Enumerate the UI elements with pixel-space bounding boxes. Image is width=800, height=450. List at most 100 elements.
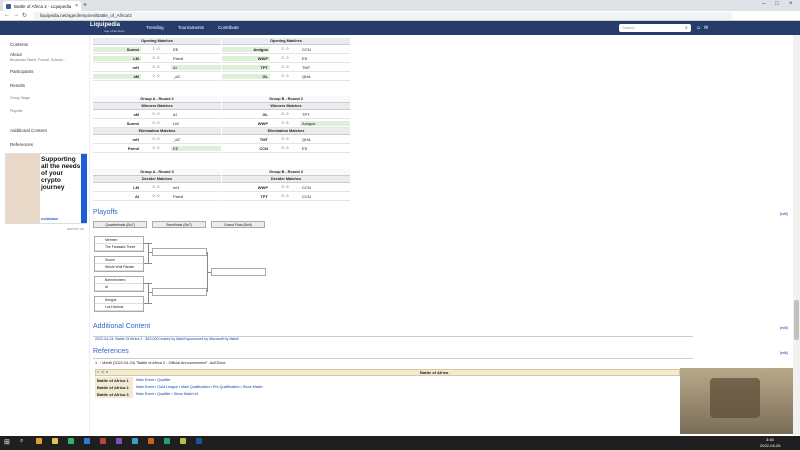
bracket-team[interactable]: Barnstromers (95, 277, 143, 284)
bracket-empty-match[interactable] (211, 268, 266, 276)
maximize-icon[interactable]: □ (775, 1, 779, 7)
app-taskbar-icon[interactable] (84, 438, 90, 445)
bracket-team[interactable]: Los Harmos (95, 304, 143, 311)
app-taskbar-icon[interactable] (196, 438, 202, 445)
sidebar-item-about-sub[interactable]: Broadcast Talent, Format, Schedu... (10, 58, 66, 62)
match-row[interactable]: xM 0 : 0 AI (93, 110, 221, 119)
team-right[interactable]: _dZ (171, 137, 221, 142)
team-left[interactable]: GL (222, 73, 270, 79)
bracket-match[interactable]: Mermen The Fantastic Three (94, 236, 144, 252)
team-left[interactable]: CCN (222, 146, 270, 151)
match-row[interactable]: WWP 0 : 0 CCN (222, 183, 350, 192)
site-logo[interactable]: Liquipedia (90, 22, 120, 28)
bracket-team[interactable]: The Fantastic Three (95, 244, 143, 251)
additional-edit-link[interactable]: [edit] (780, 326, 788, 330)
team-left[interactable]: TPT (222, 64, 270, 70)
team-right[interactable]: QHA (300, 137, 350, 142)
back-icon[interactable]: ← (4, 12, 10, 18)
windows-start-icon[interactable]: ⊞ (4, 438, 10, 446)
bracket-team[interactable]: Mermen (95, 237, 143, 244)
team-left[interactable]: AI (93, 194, 141, 199)
menu-trending[interactable]: Trending (146, 25, 164, 30)
match-row[interactable]: GL 2 : 0 QHA (222, 72, 350, 81)
match-row[interactable]: WWP 0 : 3 Amigos (222, 119, 350, 128)
team-right[interactable]: TMT (300, 65, 350, 70)
sidebar-item-participants[interactable]: Participants (10, 69, 34, 74)
team-left[interactable]: Suomi (93, 46, 141, 52)
match-row[interactable]: TMT 0 : 0 QHA (222, 135, 350, 144)
menu-contribute[interactable]: Contribute (218, 25, 239, 30)
team-left[interactable]: WWP (222, 55, 270, 61)
chrome-taskbar-icon[interactable] (36, 438, 42, 445)
reload-icon[interactable]: ↻ (22, 12, 27, 19)
team-left[interactable]: GL (222, 112, 270, 117)
team-right[interactable]: EE (171, 145, 221, 151)
forward-icon[interactable]: → (13, 12, 19, 18)
clock-date[interactable]: 2022-04-26 (760, 443, 780, 448)
app-taskbar-icon[interactable] (68, 438, 74, 445)
minimize-icon[interactable]: – (762, 1, 765, 7)
team-left[interactable]: xM (93, 112, 141, 117)
navbox-row-label[interactable]: Battle of Africa 3 (95, 391, 133, 398)
close-window-icon[interactable]: × (789, 1, 793, 7)
bracket-team[interactable]: Whole Wolf Parade (95, 264, 143, 271)
bracket-team[interactable]: Suomi (95, 257, 143, 264)
navbox-controls[interactable]: v · d · e (97, 370, 108, 374)
match-row[interactable]: Suomi 0 : 0 LM (93, 119, 221, 128)
sidebar-item-playoffs[interactable]: Playoffs (10, 109, 22, 113)
navbox-row-links[interactable]: Main Event • Gold League • Main Qualific… (134, 384, 680, 391)
sidebar-item-group-stage[interactable]: Group Stage (10, 96, 30, 100)
clock-time[interactable]: 3:45 (766, 437, 774, 442)
team-left[interactable]: WWP (222, 121, 270, 126)
app-taskbar-icon[interactable] (116, 438, 122, 445)
match-row[interactable]: Parnil 0 : 2 EE (93, 144, 221, 153)
team-right[interactable]: CCN (300, 47, 350, 52)
app-taskbar-icon[interactable] (100, 438, 106, 445)
match-row[interactable]: Suomi 1 : 0 EE (93, 45, 221, 54)
team-right[interactable]: CCN (300, 185, 350, 190)
match-row[interactable]: xM 2 : 0 _dZ (93, 72, 221, 81)
search-taskbar-icon[interactable]: ⌕ (20, 438, 23, 445)
references-edit-link[interactable]: [edit] (780, 351, 788, 355)
team-right[interactable]: AI (171, 112, 221, 117)
user-icon[interactable]: ☺ (696, 25, 701, 31)
menu-tournaments[interactable]: Tournaments (178, 25, 204, 30)
team-right[interactable]: CCN (300, 194, 350, 199)
match-row[interactable]: mH 0 : 2 AI (93, 63, 221, 72)
team-right[interactable]: TPT (300, 112, 350, 117)
navbox-row-links[interactable]: Main Event • Qualifier (134, 377, 680, 384)
match-row[interactable]: LM 2 : 0 Parnil (93, 54, 221, 63)
sidebar-item-results[interactable]: Results (10, 83, 25, 88)
team-right[interactable]: _dZ (171, 74, 221, 79)
search-icon[interactable]: ⌕ (685, 25, 688, 31)
match-row[interactable]: mH 0 : 0 _dZ (93, 135, 221, 144)
team-right[interactable]: Parnil (171, 194, 221, 199)
app-taskbar-icon[interactable] (164, 438, 170, 445)
navbox-row-label[interactable]: Battle of Africa 2 (95, 384, 133, 391)
notification-icon[interactable]: ✉ (704, 25, 708, 31)
bracket-match[interactable]: Amigos Los Harmos (94, 296, 144, 312)
app-taskbar-icon[interactable] (132, 438, 138, 445)
browser-tab[interactable]: Battle of Africa 2 - Liquipedia × (3, 1, 81, 11)
team-left[interactable]: Suomi (93, 121, 141, 126)
match-row[interactable]: WWP 2 : 0 ES (222, 54, 350, 63)
bracket-team[interactable]: Amigos (95, 297, 143, 304)
search-input[interactable]: Search (619, 24, 691, 32)
app-taskbar-icon[interactable] (148, 438, 154, 445)
team-right[interactable]: EE (171, 47, 221, 52)
navbox-title[interactable]: Battle of Africa (420, 370, 448, 375)
additional-item[interactable]: 2022-04-24: Battle Of Africa 2 - $10,000… (95, 337, 239, 341)
match-row[interactable]: AI 0 : 0 Parnil (93, 192, 221, 201)
bracket-empty-match[interactable] (152, 248, 207, 256)
playoffs-edit-link[interactable]: [edit] (780, 212, 788, 216)
bracket-match[interactable]: Barnstromers AI (94, 276, 144, 292)
bracket-match[interactable]: Suomi Whole Wolf Parade (94, 256, 144, 272)
scrollbar-thumb[interactable] (794, 300, 799, 340)
team-left[interactable]: xM (93, 73, 141, 79)
reference-1[interactable]: 1. ↑ Manili (2022-04-24) "Battle of Afri… (95, 361, 227, 365)
bracket-empty-match[interactable] (152, 288, 207, 296)
navbox-row-links[interactable]: Main Event • Qualifier • Show Match #1 (134, 391, 680, 398)
app-taskbar-icon[interactable] (180, 438, 186, 445)
match-row[interactable]: TPT 2 : 0 TMT (222, 63, 350, 72)
report-ad-link[interactable]: REPORT AD (67, 227, 84, 231)
